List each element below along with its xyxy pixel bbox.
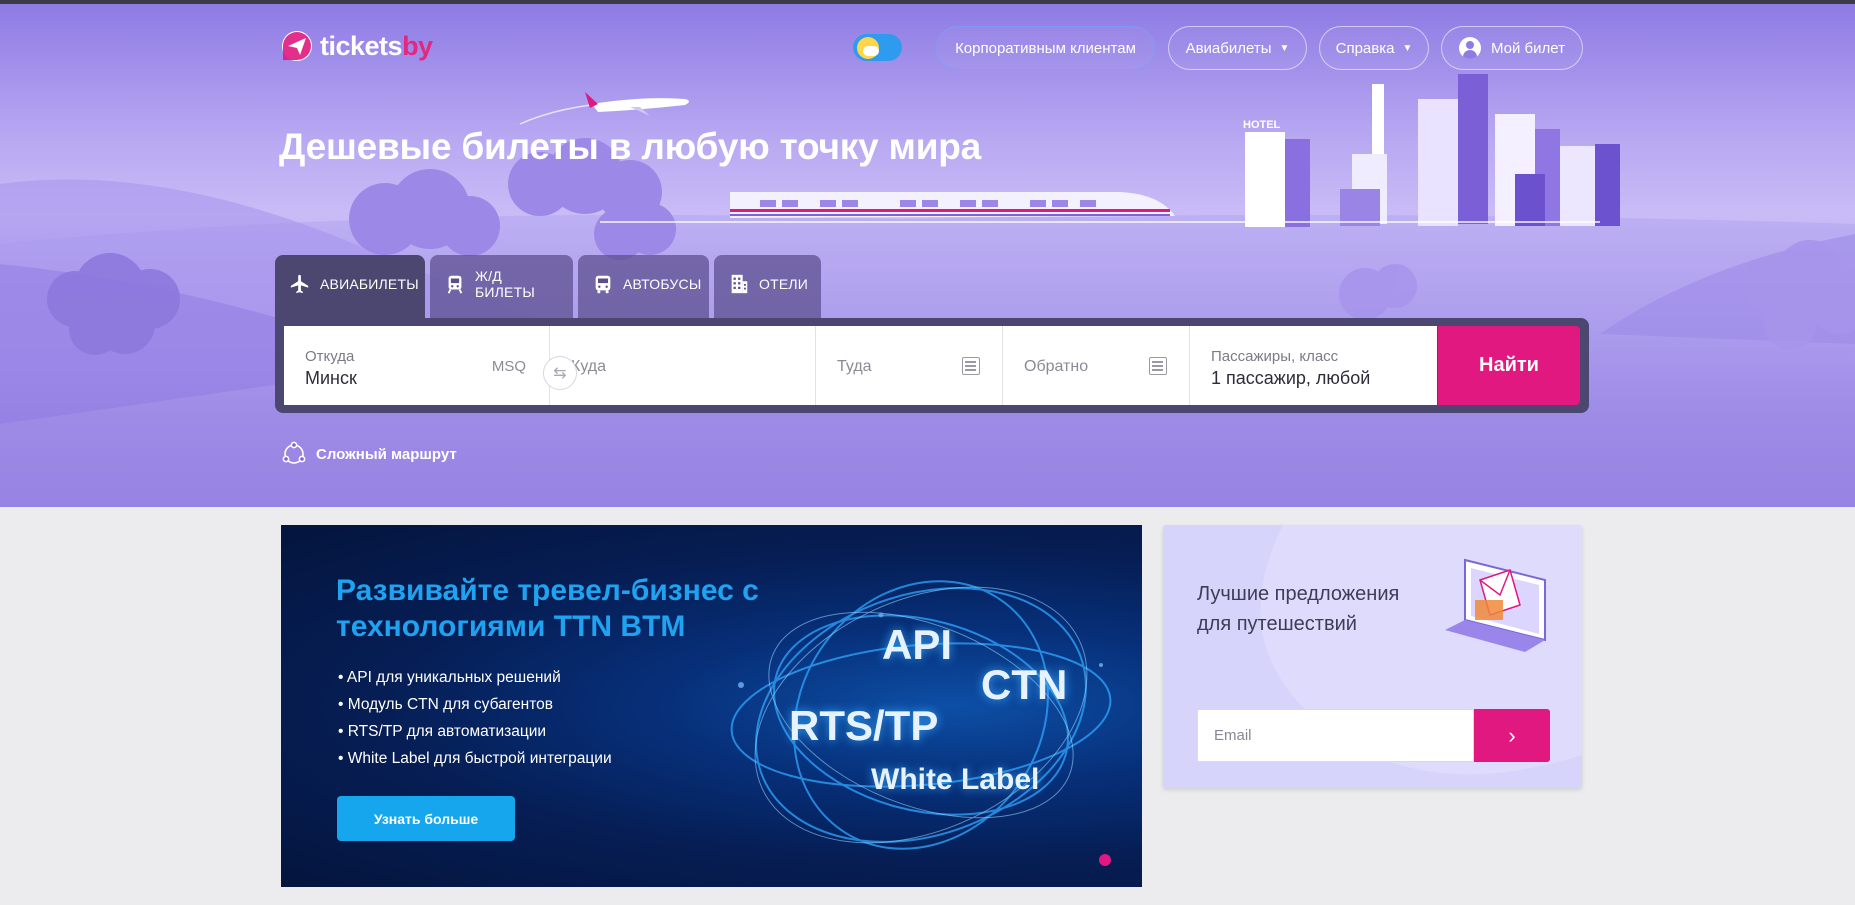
carousel-dot[interactable]	[1099, 854, 1111, 866]
tab-air-tickets[interactable]: АВИАБИЛЕТЫ	[275, 255, 425, 319]
tab-buses[interactable]: АВТОБУСЫ	[578, 255, 709, 319]
origin-label: Откуда	[305, 348, 355, 365]
list-item: RTS/TP для автоматизации	[338, 718, 612, 745]
plane-icon	[289, 273, 311, 295]
multi-route-icon	[282, 441, 306, 464]
banner-title: Развивайте тревел-бизнес с технологиями …	[336, 574, 759, 643]
hotel-icon	[728, 273, 750, 295]
help-menu-button[interactable]: Справка ▼	[1319, 26, 1429, 70]
list-item: White Label для быстрой интеграции	[338, 745, 612, 772]
list-item: API для уникальных решений	[338, 664, 612, 691]
complex-route-label: Сложный маршрут	[316, 445, 457, 463]
tab-air-tickets-label: АВИАБИЛЕТЫ	[320, 276, 419, 292]
learn-more-button[interactable]: Узнать больше	[337, 796, 515, 841]
corporate-clients-button[interactable]: Корпоративным клиентам	[936, 26, 1155, 70]
tab-rail-tickets-label: Ж/Д БИЛЕТЫ	[475, 268, 535, 300]
flight-search-form: Откуда Минск MSQ ⇆ Куда Туда Обратно Пас…	[275, 318, 1589, 413]
list-item: Модуль CTN для субагентов	[338, 691, 612, 718]
glow-text-white-label: White Label	[871, 763, 1040, 796]
swap-direction-icon[interactable]: ⇆	[543, 356, 577, 390]
banner-feature-list: API для уникальных решений Модуль CTN дл…	[338, 664, 612, 772]
corporate-clients-label: Корпоративным клиентам	[955, 39, 1136, 57]
calendar-icon	[1149, 357, 1167, 375]
glow-text-api: API	[882, 621, 953, 668]
sun-cloud-icon	[857, 36, 879, 59]
tab-hotels[interactable]: ОТЕЛИ	[714, 255, 821, 319]
page-title: Дешевые билеты в любую точку мира	[279, 126, 982, 167]
tab-buses-label: АВТОБУСЫ	[623, 276, 702, 292]
search-tabs: АВИАБИЛЕТЫ Ж/Д БИЛЕТЫ АВТОБУСЫ ОТЕЛИ	[275, 255, 821, 319]
newsletter-card: Лучшие предложения для путешествий ›	[1163, 525, 1582, 788]
air-tickets-menu-button[interactable]: Авиабилеты ▼	[1168, 26, 1307, 70]
logo[interactable]: ticketsby	[280, 29, 433, 63]
origin-airport-code: MSQ	[491, 358, 526, 375]
passengers-class-value: 1 пассажир, любой	[1211, 368, 1371, 388]
caret-down-icon: ▼	[1402, 42, 1413, 54]
newsletter-text: Лучшие предложения для путешествий	[1197, 583, 1400, 635]
user-icon	[1459, 37, 1481, 59]
my-ticket-button[interactable]: Мой билет	[1441, 26, 1583, 70]
tab-hotels-label: ОТЕЛИ	[759, 276, 809, 292]
origin-value: Минск	[305, 368, 357, 388]
logo-text: ticketsby	[320, 30, 433, 61]
departure-date-field[interactable]: Туда	[816, 326, 1003, 405]
train-icon	[444, 273, 466, 295]
email-input[interactable]	[1197, 709, 1474, 762]
my-ticket-label: Мой билет	[1491, 39, 1565, 57]
tab-rail-tickets[interactable]: Ж/Д БИЛЕТЫ	[430, 255, 573, 319]
calendar-icon	[962, 357, 980, 375]
subscribe-submit-button[interactable]: ›	[1474, 709, 1550, 762]
promo-banner[interactable]: Развивайте тревел-бизнес с технологиями …	[281, 525, 1142, 887]
return-date-placeholder: Обратно	[1024, 358, 1089, 375]
search-submit-button[interactable]: Найти	[1438, 326, 1580, 405]
destination-field[interactable]: Куда	[550, 326, 816, 405]
hero-section: HOTEL ticketsby Корпоративным клиентам А…	[0, 4, 1855, 507]
logo-paperplane-icon	[282, 31, 312, 61]
bus-icon	[592, 273, 614, 295]
caret-down-icon: ▼	[1279, 42, 1290, 54]
return-date-field[interactable]: Обратно	[1003, 326, 1190, 405]
passengers-class-field[interactable]: Пассажиры, класс 1 пассажир, любой	[1190, 326, 1437, 405]
weather-theme-toggle[interactable]	[853, 34, 902, 61]
departure-date-placeholder: Туда	[837, 358, 872, 375]
hotel-sign: HOTEL	[1243, 119, 1281, 131]
complex-route-link[interactable]: Сложный маршрут	[281, 441, 457, 467]
glow-text-ctn: CTN	[981, 661, 1068, 708]
chevron-right-icon: ›	[1508, 722, 1516, 748]
passengers-class-label: Пассажиры, класс	[1211, 348, 1339, 365]
glow-text-rts: RTS/TP	[789, 702, 939, 749]
help-menu-label: Справка	[1335, 39, 1395, 57]
origin-field[interactable]: Откуда Минск MSQ ⇆	[284, 326, 577, 405]
laptop-envelope-icon	[1445, 558, 1546, 652]
air-tickets-menu-label: Авиабилеты	[1185, 39, 1272, 57]
